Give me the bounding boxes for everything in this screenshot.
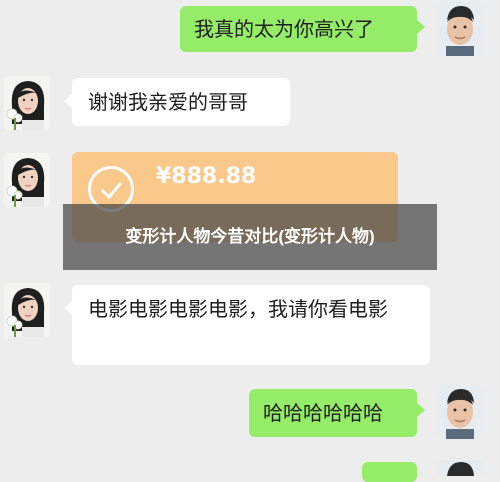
message-bubble-received[interactable]: 谢谢我亲爱的哥哥 (64, 78, 290, 126)
avatar-boy-icon (437, 460, 483, 476)
avatar-girl[interactable] (4, 76, 50, 130)
avatar-girl[interactable] (4, 283, 50, 337)
transfer-amount: ¥888.88 (156, 164, 257, 189)
avatar-boy-icon (437, 385, 483, 439)
caption-text: 变形计人物今昔对比(变形计人物) (125, 227, 375, 246)
message-bubble-sent[interactable]: 哈哈哈哈哈哈 (249, 389, 425, 437)
avatar-boy[interactable] (437, 385, 483, 439)
avatar-girl-icon (4, 153, 50, 207)
avatar-girl[interactable] (4, 153, 50, 207)
message-text: 哈哈哈哈哈哈 (263, 401, 383, 425)
avatar-girl-icon (4, 76, 50, 130)
message-text: 谢谢我亲爱的哥哥 (88, 90, 248, 114)
avatar-boy-icon (437, 2, 483, 56)
avatar-boy[interactable] (437, 2, 483, 56)
message-bubble-sent-partial[interactable] (362, 462, 417, 482)
avatar-girl-icon (4, 283, 50, 337)
message-bubble-received[interactable]: 电影电影电影电影，我请你看电影 (64, 285, 430, 365)
message-text: 电影电影电影电影，我请你看电影 (88, 297, 388, 321)
message-bubble-sent[interactable]: 我真的太为你高兴了 (180, 6, 425, 52)
image-caption-overlay: 变形计人物今昔对比(变形计人物) (63, 204, 437, 270)
message-text: 我真的太为你高兴了 (194, 17, 374, 41)
avatar-boy[interactable] (437, 460, 483, 476)
